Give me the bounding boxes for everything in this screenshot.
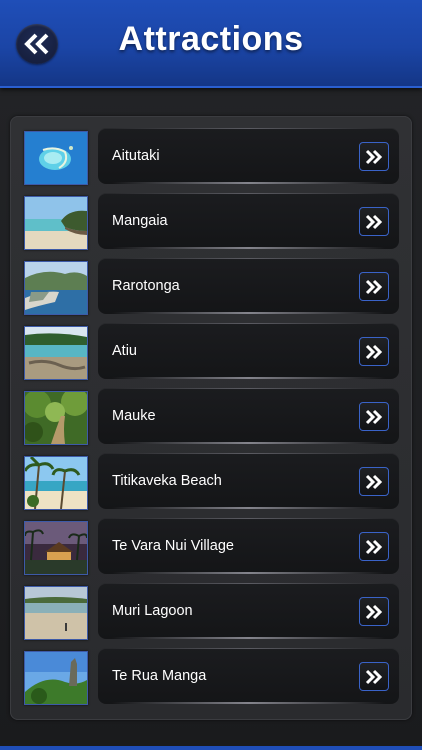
attraction-bar[interactable]: Rarotonga [98, 258, 399, 314]
thumbnail-image [24, 326, 88, 380]
attraction-name: Te Vara Nui Village [112, 538, 234, 554]
thumbnail-image [24, 456, 88, 510]
open-attraction-button[interactable] [359, 142, 389, 171]
list-item[interactable]: Titikaveka Beach [10, 452, 412, 510]
attraction-bar[interactable]: Te Rua Manga [98, 648, 399, 704]
attraction-name: Mangaia [112, 213, 168, 229]
bottom-accent-strip [0, 746, 422, 750]
open-attraction-button[interactable] [359, 532, 389, 561]
attraction-bar[interactable]: Mauke [98, 388, 399, 444]
attractions-panel: Aitutaki Mangaia Rarotonga Atiu Mauke Ti… [10, 116, 412, 720]
list-item[interactable]: Atiu [10, 322, 412, 380]
attraction-name: Aitutaki [112, 148, 160, 164]
thumbnail-image [24, 196, 88, 250]
attraction-name: Te Rua Manga [112, 668, 207, 684]
double-chevron-right-icon [365, 279, 383, 294]
page-title: Attractions [118, 20, 304, 58]
double-chevron-right-icon [365, 214, 383, 229]
list-item[interactable]: Te Vara Nui Village [10, 517, 412, 575]
open-attraction-button[interactable] [359, 207, 389, 236]
thumbnail-image [24, 521, 88, 575]
app-screen: Attractions Aitutaki Mangaia Rarotonga A… [0, 0, 422, 750]
open-attraction-button[interactable] [359, 467, 389, 496]
list-item[interactable]: Mauke [10, 387, 412, 445]
list-item[interactable]: Mangaia [10, 192, 412, 250]
open-attraction-button[interactable] [359, 272, 389, 301]
double-chevron-right-icon [365, 604, 383, 619]
thumbnail-image [24, 586, 88, 640]
header-bar: Attractions [0, 0, 422, 88]
attraction-bar[interactable]: Atiu [98, 323, 399, 379]
double-chevron-right-icon [365, 409, 383, 424]
attraction-name: Muri Lagoon [112, 603, 193, 619]
double-chevron-right-icon [365, 344, 383, 359]
double-chevron-right-icon [365, 149, 383, 164]
open-attraction-button[interactable] [359, 597, 389, 626]
thumbnail-image [24, 261, 88, 315]
double-chevron-right-icon [365, 539, 383, 554]
double-chevron-right-icon [365, 474, 383, 489]
attraction-bar[interactable]: Aitutaki [98, 128, 399, 184]
attraction-name: Titikaveka Beach [112, 473, 222, 489]
list-item[interactable]: Rarotonga [10, 257, 412, 315]
thumbnail-image [24, 651, 88, 705]
list-item[interactable]: Muri Lagoon [10, 582, 412, 640]
open-attraction-button[interactable] [359, 337, 389, 366]
attraction-bar[interactable]: Titikaveka Beach [98, 453, 399, 509]
attraction-name: Rarotonga [112, 278, 180, 294]
attraction-name: Atiu [112, 343, 137, 359]
thumbnail-image [24, 391, 88, 445]
attraction-bar[interactable]: Muri Lagoon [98, 583, 399, 639]
attraction-name: Mauke [112, 408, 156, 424]
thumbnail-image [24, 131, 88, 185]
open-attraction-button[interactable] [359, 402, 389, 431]
double-chevron-right-icon [365, 669, 383, 684]
list-item[interactable]: Aitutaki [10, 127, 412, 185]
open-attraction-button[interactable] [359, 662, 389, 691]
attraction-bar[interactable]: Mangaia [98, 193, 399, 249]
list-item[interactable]: Te Rua Manga [10, 647, 412, 705]
attraction-bar[interactable]: Te Vara Nui Village [98, 518, 399, 574]
